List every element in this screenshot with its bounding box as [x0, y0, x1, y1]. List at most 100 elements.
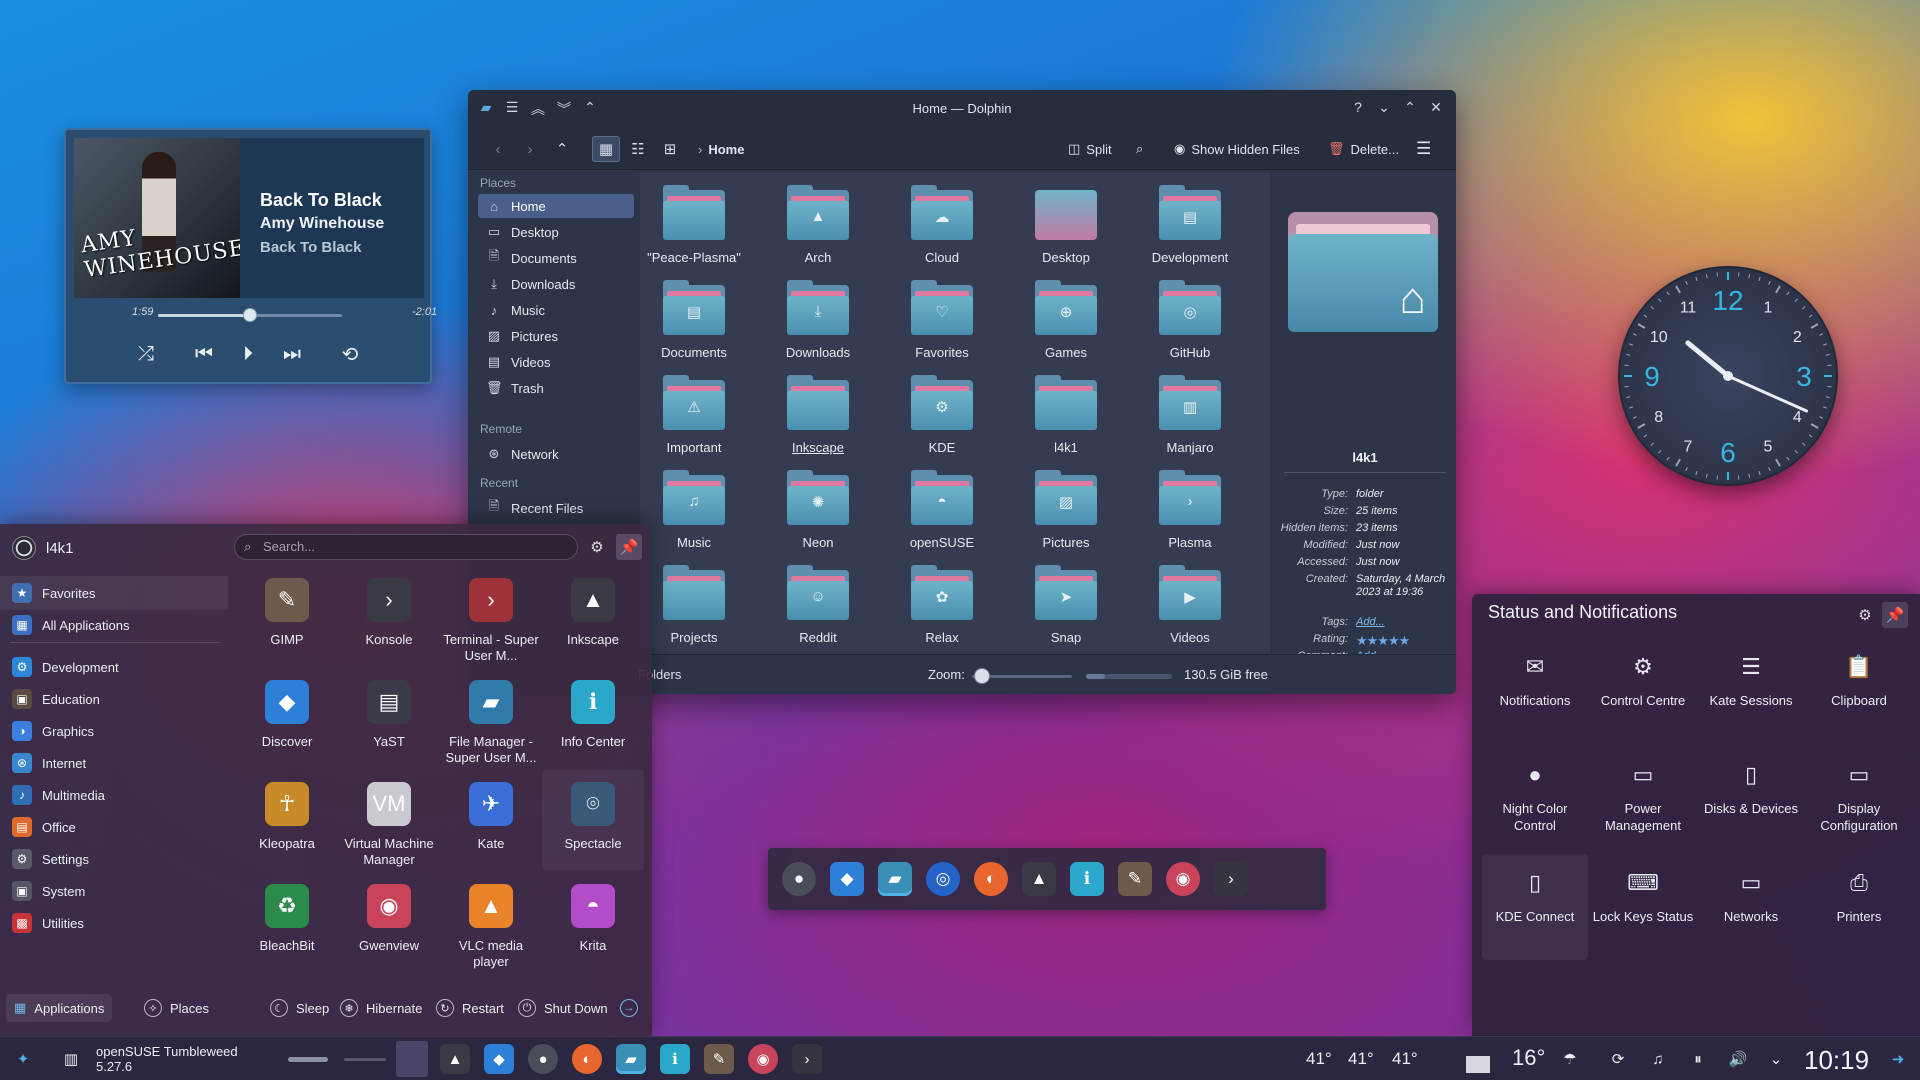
details-view-icon[interactable]: ⊞ — [656, 136, 684, 162]
media-pause-icon[interactable]: ⏸ — [1684, 1044, 1712, 1074]
app-kleopatra[interactable]: ☥ Kleopatra — [236, 770, 338, 870]
category-favorites[interactable]: ★ Favorites — [0, 576, 228, 610]
task-inkscape-icon[interactable]: ▲ — [440, 1044, 470, 1074]
sensor-temp-1[interactable]: 41° — [1306, 1049, 1332, 1069]
search-button[interactable]: ⌕ — [1136, 136, 1143, 162]
task-plasma-icon[interactable]: ● — [528, 1044, 558, 1074]
launcher-pin-button[interactable]: 📌 — [616, 534, 642, 560]
folder-item[interactable]: Desktop — [1006, 190, 1126, 280]
folder-item[interactable]: ▶ Videos — [1130, 565, 1250, 654]
shutdown-button[interactable]: ⏻ Shut Down — [510, 994, 616, 1022]
task-gimp-icon[interactable]: ✎ — [704, 1044, 734, 1074]
folder-item[interactable]: ◎ GitHub — [1130, 280, 1250, 375]
folder-item[interactable]: ⊕ Games — [1006, 280, 1126, 375]
places-tab[interactable]: ✧ Places — [136, 994, 217, 1022]
weather-icon[interactable]: ☂ — [1556, 1044, 1584, 1074]
breadcrumb[interactable]: › Home — [698, 136, 744, 162]
app-virtual-machine-manager[interactable]: VM Virtual Machine Manager — [338, 770, 440, 870]
folder-item[interactable]: ♡ Favorites — [882, 280, 1002, 375]
app-kate[interactable]: ✈ Kate — [440, 770, 542, 870]
sidebar-item-network[interactable]: ⊛ Network — [478, 442, 634, 466]
status-item-kate-sessions[interactable]: ☰ Kate Sessions — [1698, 638, 1804, 744]
dock-info-center-icon[interactable]: ℹ — [1070, 862, 1104, 896]
breadcrumb-home[interactable]: Home — [708, 142, 744, 157]
forward-icon[interactable]: › — [516, 136, 544, 162]
play-icon[interactable]: ⏵ — [234, 340, 262, 368]
category-all-applications[interactable]: ▦ All Applications — [0, 608, 228, 642]
folder-item[interactable]: ⚠ Important — [640, 375, 754, 470]
rating-stars[interactable]: ★★★★★ — [1356, 633, 1410, 649]
folder-item[interactable]: ✿ Relax — [882, 565, 1002, 654]
app-inkscape[interactable]: ▲ Inkscape — [542, 566, 644, 666]
help-icon[interactable]: ? — [1348, 99, 1368, 119]
hibernate-button[interactable]: ❄ Hibernate — [332, 994, 430, 1022]
volume-mini-bar[interactable] — [288, 1057, 328, 1062]
folder-item[interactable]: ▨ Pictures — [1006, 470, 1126, 565]
app-vlc-media-player[interactable]: ▲ VLC media player — [440, 872, 542, 972]
folder-item[interactable]: ▥ Manjaro — [1130, 375, 1250, 470]
folder-item[interactable]: ✺ Neon — [758, 470, 878, 565]
sidebar-item-recent-files[interactable]: 🗎 Recent Files — [478, 496, 634, 520]
desktop-pager[interactable] — [396, 1041, 428, 1077]
app-file-manager-super-user-m[interactable]: ▰ File Manager - Super User M... — [440, 668, 542, 768]
search-input[interactable]: ⌕ Search... — [234, 534, 578, 560]
app-info-center[interactable]: ℹ Info Center — [542, 668, 644, 768]
category-graphics[interactable]: ◑ Graphics — [0, 714, 228, 748]
maximize-icon[interactable]: ⌃ — [1400, 99, 1420, 119]
dock-plasma-icon[interactable]: ● — [782, 862, 816, 896]
folder-item[interactable]: "Peace-Plasma" — [640, 185, 754, 280]
launcher-button[interactable]: ✦ — [8, 1044, 38, 1074]
split-button[interactable]: ◫ Split — [1068, 136, 1112, 162]
system-load-graph[interactable] — [1466, 1045, 1490, 1073]
update-icon[interactable]: ⟳ — [1604, 1044, 1632, 1074]
folder-item[interactable]: ◓ openSUSE — [882, 470, 1002, 565]
folder-item[interactable]: ☁ Cloud — [882, 185, 1002, 280]
icons-view-icon[interactable]: ▦ — [592, 136, 620, 162]
category-internet[interactable]: ⊛ Internet — [0, 746, 228, 780]
dock-inkscape-icon[interactable]: ▲ — [1022, 862, 1056, 896]
app-gimp[interactable]: ✎ GIMP — [236, 566, 338, 666]
close-icon[interactable]: ✕ — [1426, 99, 1446, 119]
task-firefox-icon[interactable]: ◐ — [572, 1044, 602, 1074]
task-konsole-icon[interactable]: › — [792, 1044, 822, 1074]
repeat-icon[interactable]: ⟲ — [336, 340, 364, 368]
folder-item[interactable]: ➤ Snap — [1006, 565, 1126, 654]
status-item-disks-devices[interactable]: ▯ Disks & Devices — [1698, 746, 1804, 852]
status-item-notifications[interactable]: ✉ Notifications — [1482, 638, 1588, 744]
status-item-power-management[interactable]: ▭ Power Management — [1590, 746, 1696, 852]
dock-konsole-icon[interactable]: › — [1214, 862, 1248, 896]
minimize-icon[interactable]: ⌄ — [1374, 99, 1394, 119]
sidebar-item-home[interactable]: ⌂ Home — [478, 194, 634, 218]
task-info-center-icon[interactable]: ℹ — [660, 1044, 690, 1074]
category-education[interactable]: ▣ Education — [0, 682, 228, 716]
category-multimedia[interactable]: ♪ Multimedia — [0, 778, 228, 812]
mini-bar[interactable] — [344, 1058, 386, 1061]
task-file-manager-icon[interactable]: ▰ — [616, 1044, 646, 1074]
folder-item[interactable]: Projects — [640, 565, 754, 654]
dock-discover-icon[interactable]: ◆ — [830, 862, 864, 896]
sidebar-item-documents[interactable]: 🗎 Documents — [478, 246, 634, 270]
status-pin-button[interactable]: 📌 — [1882, 602, 1908, 628]
headphones-icon[interactable]: ♫ — [1644, 1044, 1672, 1074]
applications-tab[interactable]: ▦ Applications — [6, 994, 113, 1022]
status-item-display-configuration[interactable]: ▭ Display Configuration — [1806, 746, 1912, 852]
sensor-temp-3[interactable]: 41° — [1392, 1049, 1418, 1069]
status-item-control-centre[interactable]: ⚙ Control Centre — [1590, 638, 1696, 744]
seek-handle[interactable] — [243, 308, 257, 322]
task-gwenview-icon[interactable]: ◉ — [748, 1044, 778, 1074]
status-item-networks[interactable]: ▭ Networks — [1698, 854, 1804, 960]
status-item-lock-keys-status[interactable]: ⌨ Lock Keys Status — [1590, 854, 1696, 960]
leave-button[interactable]: → — [612, 994, 646, 1022]
hamburger-menu-button[interactable]: ☰ — [1416, 136, 1431, 162]
sleep-button[interactable]: ☾ Sleep — [262, 994, 337, 1022]
sidebar-item-downloads[interactable]: ⤓ Downloads — [478, 272, 634, 296]
sensor-temp-2[interactable]: 41° — [1348, 1049, 1374, 1069]
folder-item[interactable]: ⤓ Downloads — [758, 280, 878, 375]
seek-slider[interactable] — [158, 308, 342, 322]
category-system[interactable]: ▣ System — [0, 874, 228, 908]
sidebar-item-pictures[interactable]: ▨ Pictures — [478, 324, 634, 348]
folder-item[interactable]: ▤ Development — [1130, 185, 1250, 280]
delete-button[interactable]: 🗑 Delete... — [1328, 136, 1399, 162]
file-view[interactable]: "Peace-Plasma" ▲ Arch ☁ Cloud Desktop ▤ Develop… — [640, 172, 1270, 654]
previous-track-icon[interactable]: ⏮ — [190, 340, 218, 368]
